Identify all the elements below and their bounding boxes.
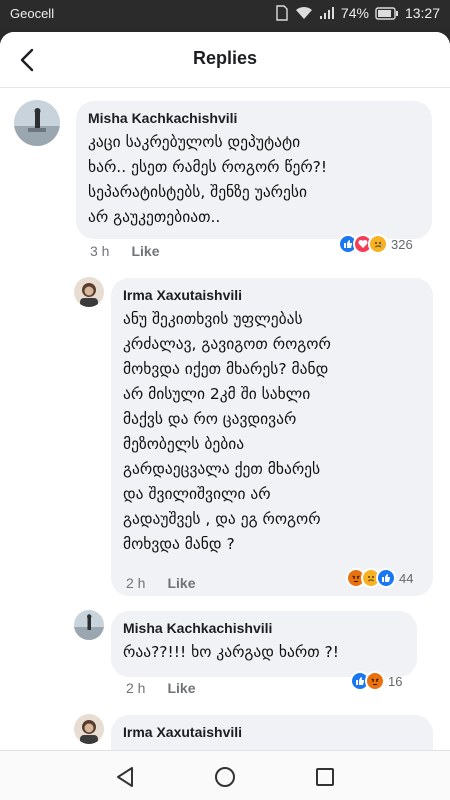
comment-meta: 2 h Like: [126, 680, 195, 696]
comment-text: რაა??!!! ხო კარგად ხართ ?!: [123, 643, 339, 661]
comment-author[interactable]: Irma Xaxutaishvili: [123, 287, 421, 303]
status-icons: 74% 13:27: [275, 5, 440, 21]
like-button[interactable]: Like: [167, 680, 195, 696]
comment-meta: 2 h Like: [126, 575, 195, 591]
clock: 13:27: [404, 5, 440, 21]
carrier-label: Geocell: [10, 6, 55, 21]
comment-time: 2 h: [126, 575, 146, 591]
comment-bubble[interactable]: Misha Kachkachishvili რაა??!!! ხო კარგად…: [111, 611, 417, 677]
comment-time: 3 h: [90, 243, 110, 259]
battery-icon: [375, 6, 399, 20]
reaction-count: 16: [388, 673, 403, 689]
like-icon: [376, 568, 396, 588]
header: Replies: [0, 32, 450, 88]
comment-bubble[interactable]: Irma Xaxutaishvili: [111, 715, 433, 750]
sim-icon: [275, 5, 289, 21]
angry-icon: [365, 671, 385, 691]
square-recents-icon: [316, 768, 334, 786]
reaction-count: 44: [399, 570, 414, 586]
avatar[interactable]: [74, 277, 104, 307]
comment-bubble[interactable]: Irma Xaxutaishvili ანუ შეკითხვის უფლებას…: [111, 278, 433, 596]
battery-percent: 74%: [340, 5, 369, 21]
signal-icon: [319, 6, 335, 20]
comment-text: ანუ შეკითხვის უფლებას კრძალავ, გავიგოთ რ…: [123, 310, 331, 553]
like-button[interactable]: Like: [167, 575, 195, 591]
avatar[interactable]: [74, 714, 104, 744]
reaction-summary[interactable]: 44: [346, 567, 413, 589]
replies-sheet: Replies Misha Kachkachishvili კაცი საკრე…: [0, 32, 450, 750]
wifi-icon: [295, 6, 313, 20]
system-nav-bar: [0, 750, 450, 800]
nav-recents-button[interactable]: [311, 763, 339, 791]
comment-meta: 3 h Like: [90, 243, 159, 259]
comment-author[interactable]: Misha Kachkachishvili: [123, 620, 405, 636]
triangle-back-icon: [117, 767, 133, 787]
circle-home-icon: [215, 767, 235, 787]
nav-back-button[interactable]: [111, 763, 139, 791]
avatar[interactable]: [14, 100, 60, 146]
reaction-count: 326: [391, 236, 413, 252]
reaction-summary[interactable]: 16: [350, 670, 402, 692]
nav-home-button[interactable]: [211, 763, 239, 791]
comment-text: კაცი საკრებულოს დეპუტატი ხარ.. ესეთ რამე…: [88, 133, 328, 226]
avatar[interactable]: [74, 610, 104, 640]
sad-icon: [368, 234, 388, 254]
status-bar: Geocell 74% 13:27: [0, 0, 450, 28]
comment-bubble[interactable]: Misha Kachkachishvili კაცი საკრებულოს დე…: [76, 101, 432, 239]
comment-time: 2 h: [126, 680, 146, 696]
page-title: Replies: [192, 48, 258, 68]
comment-author[interactable]: Misha Kachkachishvili: [88, 110, 420, 126]
like-button[interactable]: Like: [131, 243, 159, 259]
comment-author[interactable]: Irma Xaxutaishvili: [123, 724, 421, 740]
reaction-summary[interactable]: 326: [338, 233, 413, 255]
